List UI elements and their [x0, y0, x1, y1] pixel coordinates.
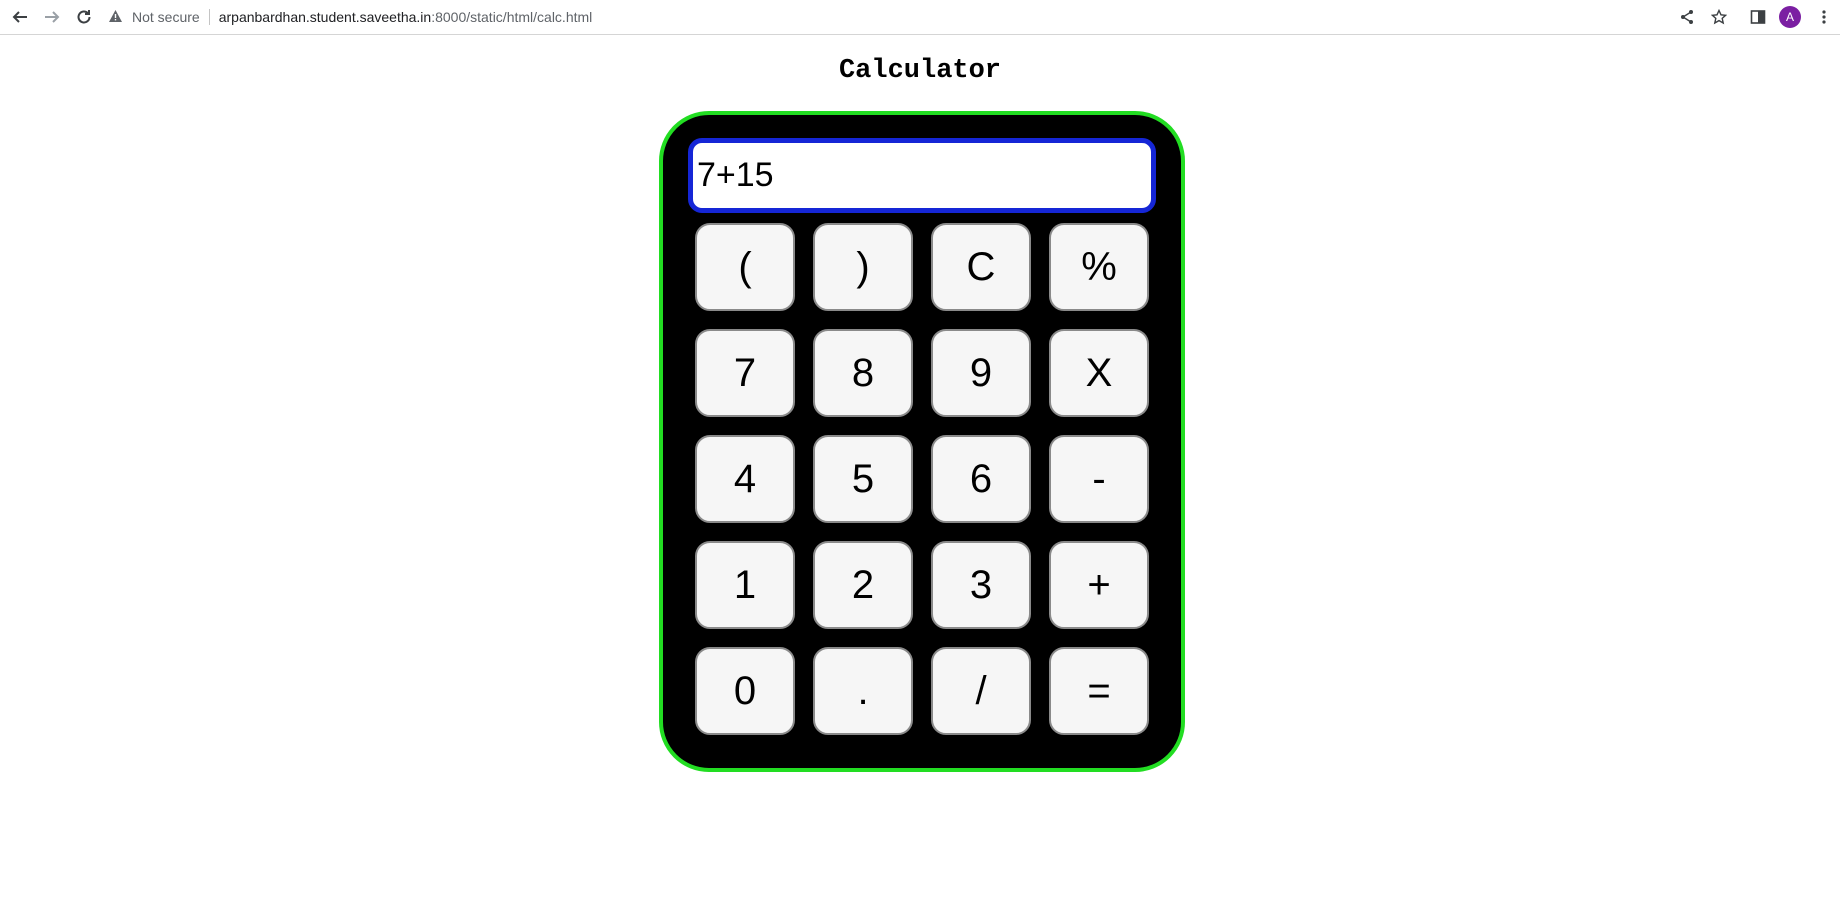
close-paren-button[interactable]: )	[813, 223, 913, 311]
separator	[208, 9, 210, 25]
digit-7-button[interactable]: 7	[695, 329, 795, 417]
warning-icon	[108, 9, 126, 26]
digit-5-button[interactable]: 5	[813, 435, 913, 523]
digit-1-button[interactable]: 1	[695, 541, 795, 629]
forward-icon[interactable]	[40, 5, 64, 29]
add-button[interactable]: +	[1049, 541, 1149, 629]
digit-9-button[interactable]: 9	[931, 329, 1031, 417]
url-path: :8000/static/html/calc.html	[431, 9, 593, 25]
percent-button[interactable]: %	[1049, 223, 1149, 311]
side-panel-icon[interactable]	[1746, 5, 1770, 29]
open-paren-button[interactable]: (	[695, 223, 795, 311]
menu-icon[interactable]	[1812, 5, 1836, 29]
multiply-button[interactable]: X	[1049, 329, 1149, 417]
avatar[interactable]: A	[1779, 6, 1801, 28]
digit-0-button[interactable]: 0	[695, 647, 795, 735]
share-icon[interactable]	[1675, 5, 1699, 29]
star-icon[interactable]	[1707, 5, 1731, 29]
digit-8-button[interactable]: 8	[813, 329, 913, 417]
divide-button[interactable]: /	[931, 647, 1031, 735]
url-host: arpanbardhan.student.saveetha.in	[218, 9, 432, 25]
digit-3-button[interactable]: 3	[931, 541, 1031, 629]
back-icon[interactable]	[8, 5, 32, 29]
decimal-button[interactable]: .	[813, 647, 913, 735]
subtract-button[interactable]: -	[1049, 435, 1149, 523]
reload-icon[interactable]	[72, 5, 96, 29]
browser-toolbar: Not secure arpanbardhan.student.saveetha…	[0, 0, 1840, 35]
clear-button[interactable]: C	[931, 223, 1031, 311]
equals-button[interactable]: =	[1049, 647, 1149, 735]
security-label: Not secure	[132, 9, 200, 25]
digit-6-button[interactable]: 6	[931, 435, 1031, 523]
calculator-display[interactable]	[688, 138, 1156, 213]
address-bar[interactable]: Not secure arpanbardhan.student.saveetha…	[108, 4, 1708, 30]
digit-4-button[interactable]: 4	[695, 435, 795, 523]
page-title: Calculator	[838, 56, 1002, 86]
digit-2-button[interactable]: 2	[813, 541, 913, 629]
